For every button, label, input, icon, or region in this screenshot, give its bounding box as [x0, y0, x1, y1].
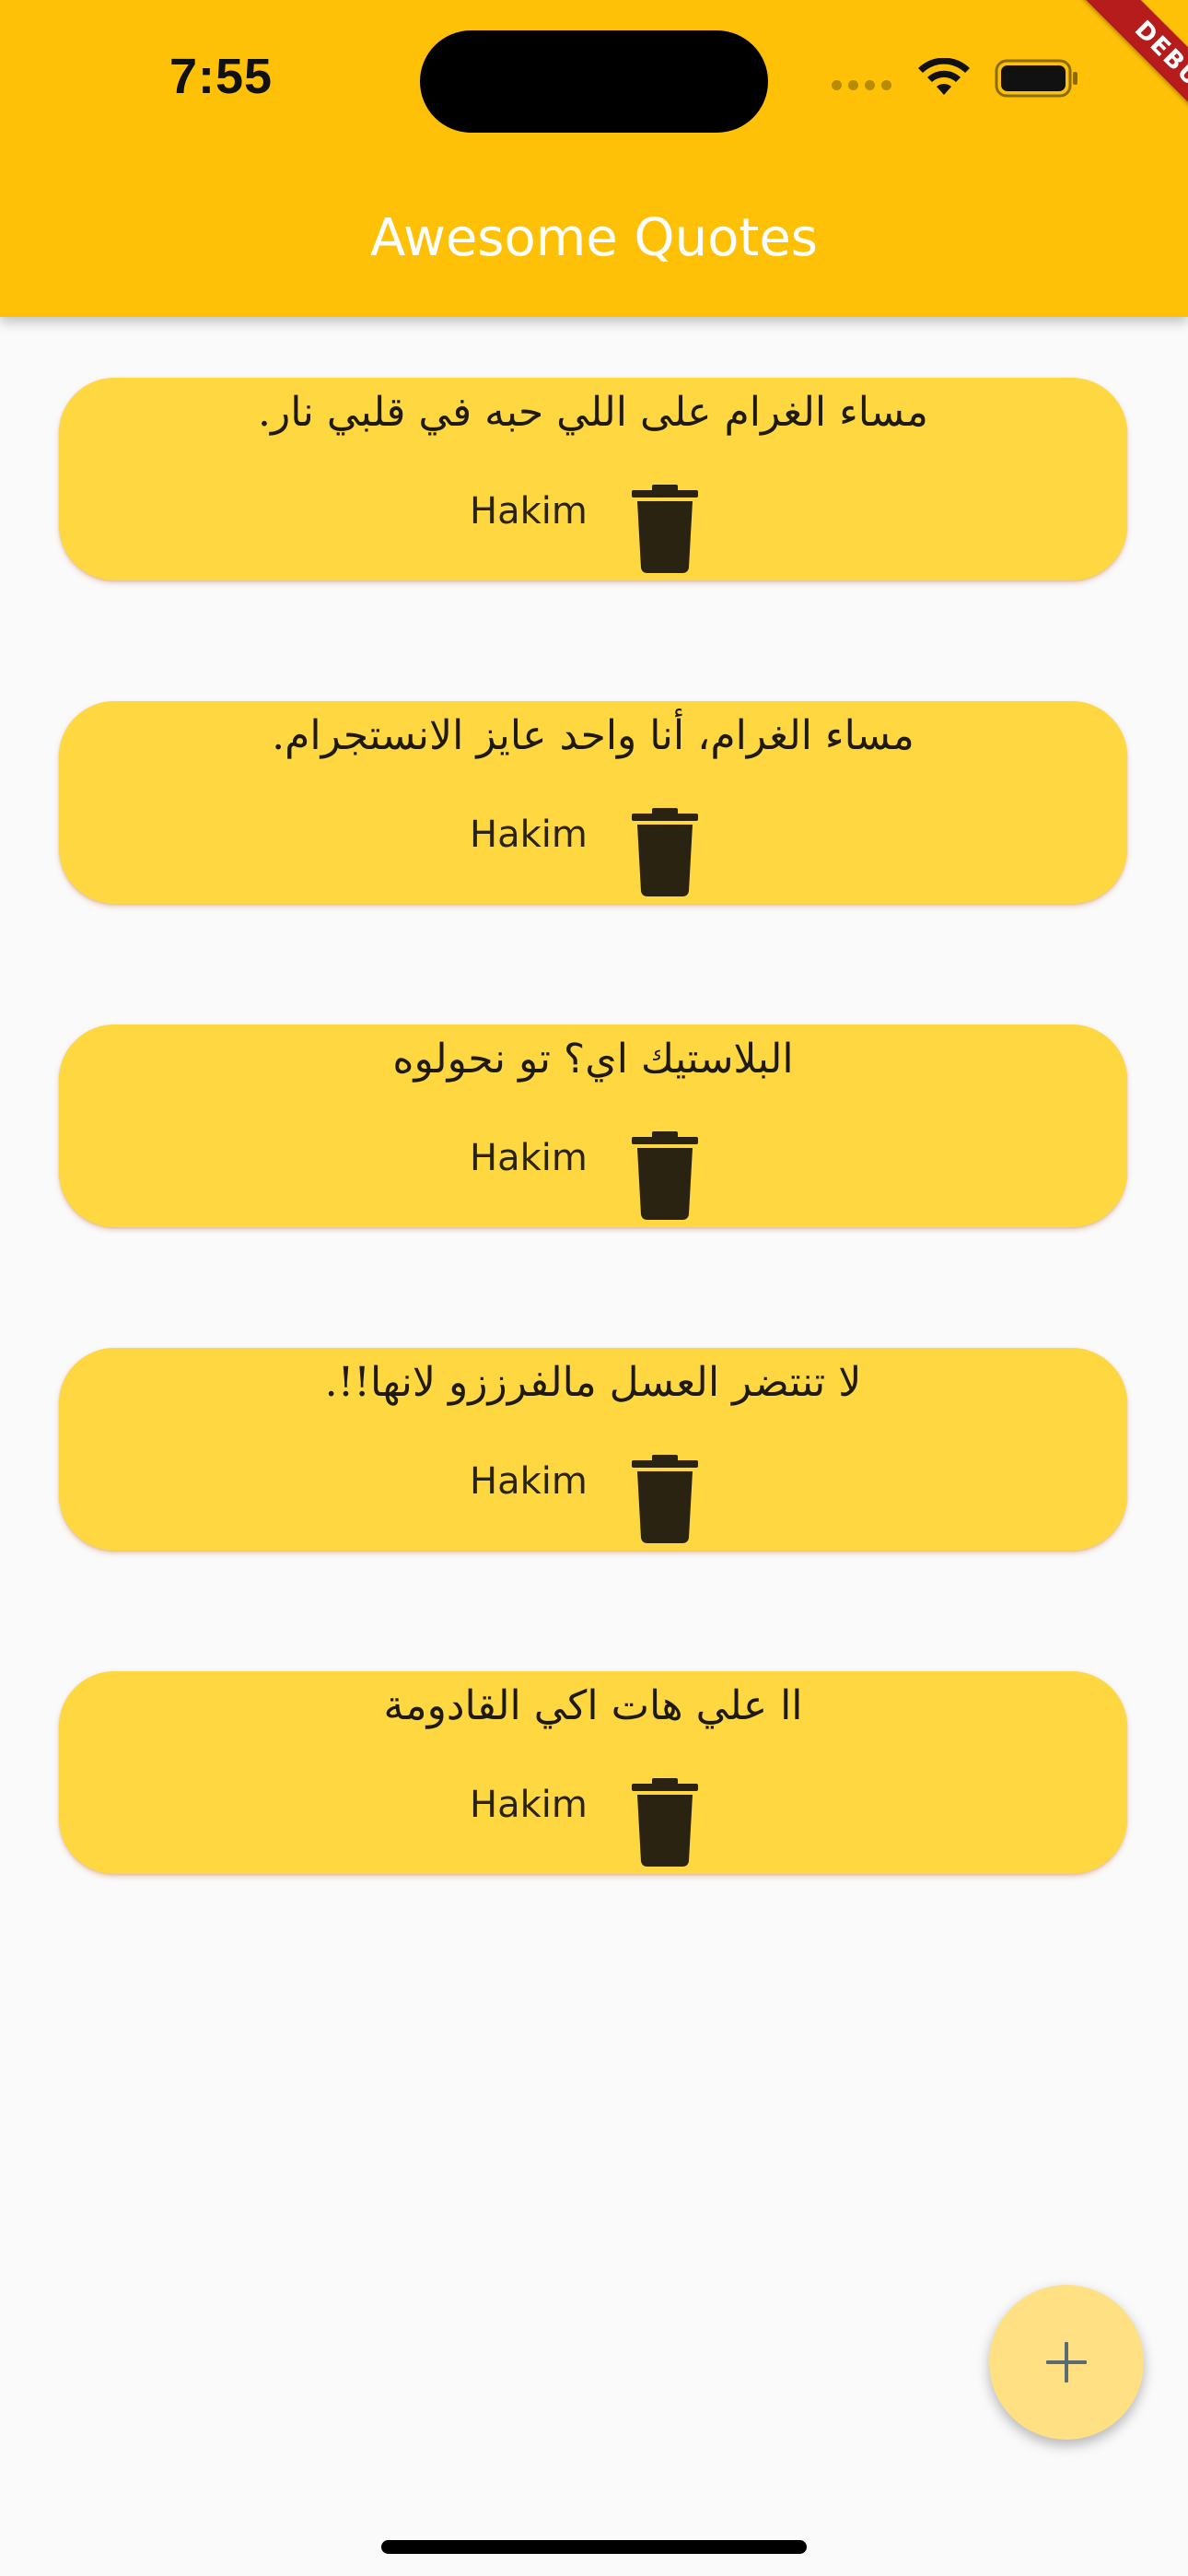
trash-icon — [632, 1455, 698, 1543]
add-quote-button[interactable] — [989, 2285, 1144, 2440]
delete-button[interactable] — [630, 806, 700, 898]
quote-list: مساء الغرام على اللي حبه في قلبي نار. Ha… — [59, 378, 1127, 1995]
quote-card: مساء الغرام على اللي حبه في قلبي نار. Ha… — [59, 378, 1127, 580]
quote-text: اا علي هات اكي القادومة — [383, 1682, 803, 1729]
cellular-signal-icon — [832, 79, 891, 90]
debug-banner: DEBUG — [1022, 0, 1188, 166]
app-bar: 7:55 Awesome Quotes — [0, 0, 1188, 317]
quote-text: مساء الغرام على اللي حبه في قلبي نار. — [258, 389, 928, 436]
trash-icon — [632, 808, 698, 896]
delete-button[interactable] — [630, 1776, 700, 1868]
dynamic-island — [420, 30, 768, 133]
quote-card: مساء الغرام، أنا واحد عايز الانستجرام. H… — [59, 701, 1127, 904]
quote-author: Hakim — [470, 490, 588, 533]
quote-text: البلاستيك اي؟ تو نحولوه — [392, 1036, 794, 1083]
debug-banner-label: DEBUG — [1064, 0, 1188, 166]
quote-author: Hakim — [470, 1784, 588, 1826]
trash-icon — [632, 1131, 698, 1220]
quote-text: لا تنتضر العسل مالفرززو لانها!!. — [324, 1359, 862, 1406]
app-title: Awesome Quotes — [370, 208, 818, 268]
delete-button[interactable] — [630, 1130, 700, 1222]
quote-card: البلاستيك اي؟ تو نحولوه Hakim — [59, 1025, 1127, 1227]
trash-icon — [632, 485, 698, 573]
trash-icon — [632, 1778, 698, 1867]
quote-card: لا تنتضر العسل مالفرززو لانها!!. Hakim — [59, 1348, 1127, 1551]
quote-author: Hakim — [470, 1460, 588, 1503]
wifi-icon — [918, 58, 970, 95]
home-indicator — [381, 2540, 807, 2554]
quote-author: Hakim — [470, 814, 588, 856]
status-time: 7:55 — [169, 49, 274, 104]
plus-icon — [1046, 2342, 1087, 2383]
delete-button[interactable] — [630, 483, 700, 575]
delete-button[interactable] — [630, 1453, 700, 1545]
quote-card: اا علي هات اكي القادومة Hakim — [59, 1671, 1127, 1874]
quote-text: مساء الغرام، أنا واحد عايز الانستجرام. — [272, 712, 914, 759]
quote-author: Hakim — [470, 1137, 588, 1179]
